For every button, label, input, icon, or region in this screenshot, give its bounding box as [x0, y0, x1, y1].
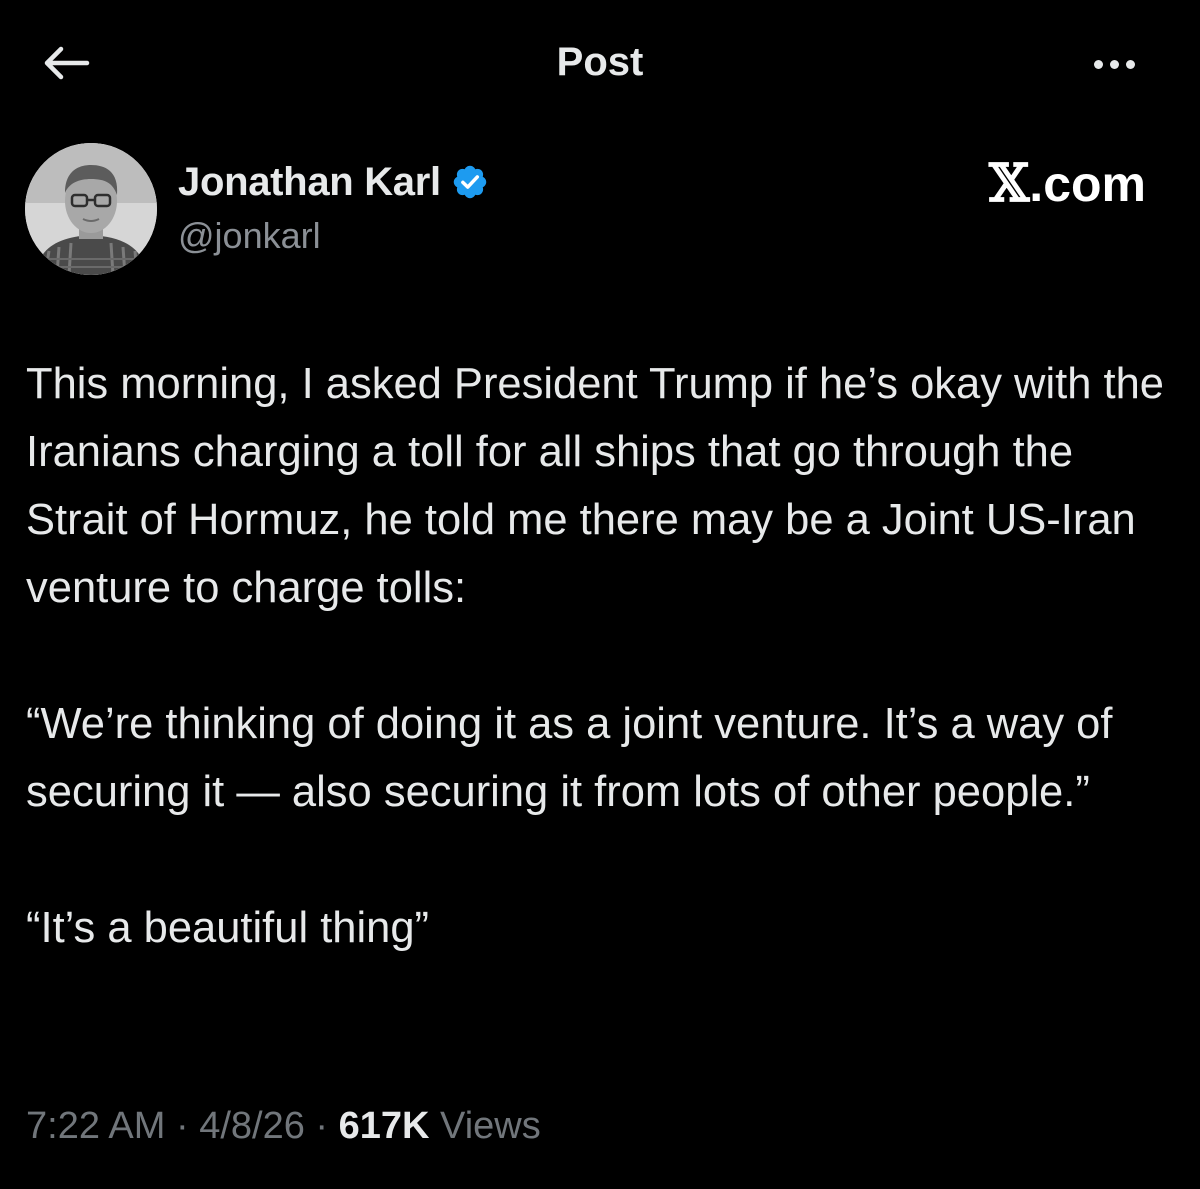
- more-horizontal-icon: [1093, 59, 1103, 69]
- verified-badge-icon: [453, 165, 487, 199]
- more-options-button[interactable]: [1084, 44, 1144, 84]
- tweet-date[interactable]: 4/8/26: [199, 1105, 305, 1147]
- page-title: Post: [556, 40, 644, 84]
- brand-watermark: 𝕏 .com: [988, 153, 1146, 214]
- views-label: Views: [440, 1105, 541, 1147]
- author-name[interactable]: Jonathan Karl: [178, 160, 441, 205]
- meta-separator: ·: [315, 1105, 329, 1147]
- tweet-text: This morning, I asked President Trump if…: [26, 350, 1176, 962]
- tweet-paragraph: “It’s a beautiful thing”: [26, 904, 430, 952]
- author-handle[interactable]: @jonkarl: [178, 214, 489, 258]
- more-dot: [1125, 59, 1135, 69]
- brand-suffix: .com: [1029, 156, 1146, 212]
- author-block: Jonathan Karl @jonkarl: [178, 156, 489, 258]
- avatar[interactable]: [25, 143, 157, 275]
- x-logo-icon: 𝕏: [988, 153, 1030, 214]
- more-dot: [1109, 59, 1119, 69]
- tweet-time[interactable]: 7:22 AM: [26, 1105, 165, 1147]
- tweet-paragraph: This morning, I asked President Trump if…: [26, 360, 1164, 612]
- author-name-row: Jonathan Karl: [178, 156, 489, 208]
- tweet-paragraph: “We’re thinking of doing it as a joint v…: [26, 700, 1113, 816]
- meta-separator: ·: [175, 1105, 189, 1147]
- top-bar: Post: [0, 0, 1200, 125]
- tweet-meta: 7:22 AM · 4/8/26 · 617K Views: [26, 1100, 541, 1152]
- avatar-image: [25, 143, 157, 275]
- views-count: 617K: [338, 1105, 430, 1147]
